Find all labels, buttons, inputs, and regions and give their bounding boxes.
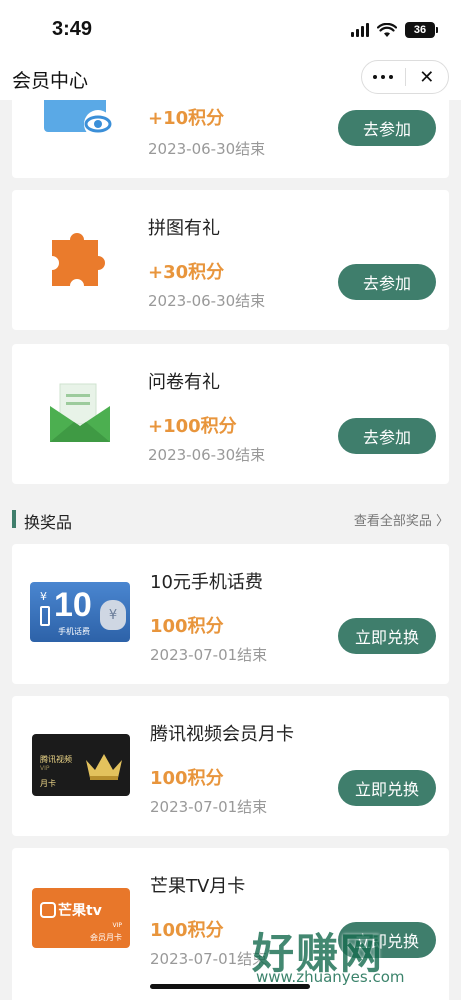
task-points: +100积分 [148,416,237,437]
section-accent-bar [12,510,16,528]
reward-points: 100积分 [150,768,224,789]
task-card: +10积分 2023-06-30结束 去参加 [12,100,449,178]
status-time: 3:49 [52,18,93,40]
money-bag-icon: ¥ [100,600,126,630]
reward-points: 100积分 [150,920,224,941]
task-card: 问卷有礼 +100积分 2023-06-30结束 去参加 [12,344,449,484]
join-button[interactable]: 去参加 [338,418,436,454]
reward-title: 腾讯视频会员月卡 [150,724,294,745]
mini-program-capsule: ✕ [361,60,449,94]
close-button[interactable]: ✕ [406,67,449,88]
mango-tv-brand: 芒果tv [58,903,102,919]
status-bar: 3:49 36 [0,0,461,56]
yen-label: ¥ [40,590,47,603]
mango-tv-caption: 会员月卡 [90,933,122,942]
crown-icon [86,754,122,780]
mango-tv-card-image: 芒果tv VIP 会员月卡 [32,888,130,948]
battery-icon: 36 [405,22,438,38]
phone-credit-amount: 10 [54,586,92,624]
reward-card: ¥ 10 手机话费 ¥ 10元手机话费 100积分 2023-07-01结束 立… [12,544,449,684]
mango-tv-vip: VIP [112,922,123,929]
reward-card: 腾讯视频 VIP 月卡 腾讯视频会员月卡 100积分 2023-07-01结束 … [12,696,449,836]
task-points: +10积分 [148,108,225,129]
reward-points: 100积分 [150,616,224,637]
redeem-button[interactable]: 立即兑换 [338,618,436,654]
rewards-section-header: 换奖品 查看全部奖品 〉 [12,506,449,532]
task-end-date: 2023-06-30结束 [148,446,266,464]
task-end-date: 2023-06-30结束 [148,140,266,158]
reward-end-date: 2023-07-01结束 [150,646,268,664]
signal-icon [351,23,369,37]
reward-title: 芒果TV月卡 [150,876,246,897]
more-options-button[interactable] [362,75,405,79]
reward-end-date: 2023-07-01结束 [150,950,268,968]
tencent-video-caption: 月卡 [40,779,56,788]
phone-credit-image: ¥ 10 手机话费 ¥ [30,582,130,642]
redeem-button[interactable]: 立即兑换 [338,770,436,806]
puzzle-icon [52,233,105,286]
task-points: +30积分 [148,262,225,283]
envelope-icon [50,383,110,442]
task-end-date: 2023-06-30结束 [148,292,266,310]
join-button[interactable]: 去参加 [338,264,436,300]
scroll-content[interactable]: +10积分 2023-06-30结束 去参加 拼图有礼 +30积分 2023-0… [0,100,461,1000]
home-indicator[interactable] [150,984,310,989]
join-button[interactable]: 去参加 [338,110,436,146]
tencent-video-brand: 腾讯视频 [40,755,72,764]
reward-end-date: 2023-07-01结束 [150,798,268,816]
view-all-rewards-link[interactable]: 查看全部奖品 〉 [354,510,449,529]
task-title: 问卷有礼 [148,372,220,393]
phone-credit-caption: 手机话费 [58,627,90,636]
page-title: 会员中心 [12,70,89,92]
tencent-video-vip: VIP [40,765,50,772]
phone-icon [40,606,50,626]
task-card: 拼图有礼 +30积分 2023-06-30结束 去参加 [12,190,449,330]
wifi-icon [377,22,397,37]
mango-tv-logo-icon [40,902,56,918]
section-title: 换奖品 [24,513,73,532]
reward-title: 10元手机话费 [150,572,263,593]
tencent-video-card-image: 腾讯视频 VIP 月卡 [32,734,130,796]
task-title: 拼图有礼 [148,218,220,239]
nav-bar: 会员中心 ✕ [0,56,461,100]
eye-card-icon [44,100,112,138]
status-icons: 36 [351,22,438,38]
watermark: 好赚网 www.zhuanyes.com [252,920,452,990]
